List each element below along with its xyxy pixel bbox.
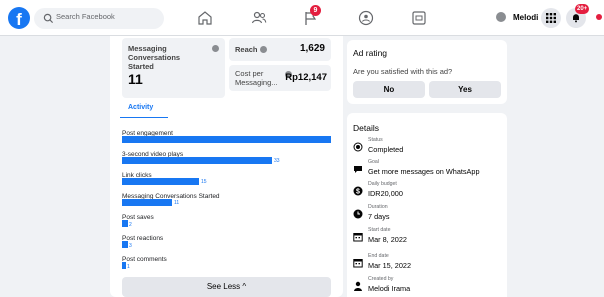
pages-notification-badge: 9	[310, 5, 321, 16]
svg-text:$: $	[356, 189, 360, 196]
details-row: End date Mar 15, 2022	[352, 253, 502, 275]
details-key: Daily budget	[368, 181, 397, 187]
details-row: $ Daily budget IDR20,000	[352, 181, 502, 203]
profile-name: Melodi	[513, 13, 539, 22]
metric-value: 1	[127, 264, 130, 270]
metric-label: Post comments	[122, 256, 167, 263]
details-value: IDR20,000	[368, 189, 403, 198]
metric-value: 33	[274, 158, 280, 164]
no-button[interactable]: No	[353, 81, 425, 98]
details-row: Start date Mar 8, 2022	[352, 227, 502, 249]
tab-activity-underline	[120, 117, 168, 118]
reach-stat: Reach 1,629	[229, 38, 331, 61]
details-row: Goal Get more messages on WhatsApp	[352, 159, 502, 181]
search-icon	[43, 13, 54, 24]
metric-value: 11	[174, 200, 180, 206]
chat-icon	[353, 161, 363, 173]
details-key: Start date	[368, 227, 391, 233]
details-key: End date	[368, 253, 389, 259]
person-icon	[353, 278, 363, 291]
yes-button[interactable]: Yes	[429, 81, 501, 98]
ad-rating-card: Ad rating Are you satisfied with this ad…	[347, 40, 507, 104]
metric-bar	[122, 241, 128, 248]
see-less-button[interactable]: See Less ^	[122, 277, 331, 297]
reach-value: 1,629	[299, 43, 325, 54]
details-row: Duration 7 days	[352, 204, 502, 226]
metric-bar	[122, 136, 331, 143]
metric-bar	[122, 178, 199, 185]
search-placeholder: Search Facebook	[56, 12, 115, 21]
search-input[interactable]: Search Facebook	[34, 8, 164, 29]
gaming-icon[interactable]	[410, 9, 428, 27]
grid-menu-icon	[546, 13, 556, 23]
avatar	[496, 12, 506, 22]
details-row: Status Completed	[352, 137, 502, 159]
metric-bar	[122, 220, 128, 227]
conversations-value: 11	[128, 71, 143, 87]
details-value: Completed	[368, 145, 404, 154]
cost-value: Rp12,147	[285, 72, 327, 83]
details-value: Mar 8, 2022	[368, 235, 407, 244]
details-key: Status	[368, 137, 383, 143]
conversations-stat: Messaging Conversations Started 11	[122, 38, 225, 98]
metric-bar	[122, 262, 126, 269]
facebook-logo[interactable]: f	[8, 7, 30, 29]
details-value: Mar 15, 2022	[368, 261, 411, 270]
menu-button[interactable]	[541, 8, 561, 28]
ad-rating-title: Ad rating	[353, 48, 388, 58]
details-value: 7 days	[368, 212, 390, 221]
details-key: Created by	[368, 276, 394, 282]
details-key: Goal	[368, 159, 379, 165]
conversations-label: Messaging Conversations Started	[128, 44, 181, 71]
metric-value: 2	[129, 222, 132, 228]
cost-label: Cost per Messaging...	[235, 69, 278, 87]
details-value: Melodi Irama	[368, 284, 411, 293]
money-icon: $	[353, 183, 363, 196]
reach-label: Reach	[235, 45, 258, 54]
top-navigation-bar: f Search Facebook 9 Melodi 20+	[0, 0, 604, 36]
clock-icon	[353, 206, 363, 219]
friends-icon[interactable]	[250, 9, 268, 27]
cost-stat: Cost per Messaging... Rp12,147	[229, 65, 331, 91]
metric-bar	[122, 157, 272, 164]
account-dot-badge	[596, 14, 602, 20]
metric-bar	[122, 199, 172, 206]
bell-icon	[573, 14, 579, 23]
see-less-label: See Less ^	[206, 282, 247, 291]
notifications-badge: 20+	[575, 4, 590, 14]
metric-value: 3	[129, 243, 132, 249]
calendar-icon	[353, 229, 363, 242]
ad-rating-question: Are you satisfied with this ad?	[353, 67, 453, 76]
details-key: Duration	[368, 204, 388, 210]
radio-icon	[353, 139, 363, 152]
details-value: Get more messages on WhatsApp	[368, 167, 480, 176]
details-row: Created by Melodi Irama	[352, 276, 502, 297]
home-icon[interactable]	[196, 9, 214, 27]
details-title: Details	[353, 123, 379, 133]
info-icon[interactable]	[212, 45, 219, 52]
metric-value: 15	[201, 179, 207, 185]
tab-activity[interactable]: Activity	[128, 104, 153, 111]
metric-label: Post reactions	[122, 235, 164, 242]
groups-icon[interactable]	[357, 9, 375, 27]
info-icon[interactable]	[260, 46, 267, 53]
calendar-icon	[353, 255, 363, 268]
